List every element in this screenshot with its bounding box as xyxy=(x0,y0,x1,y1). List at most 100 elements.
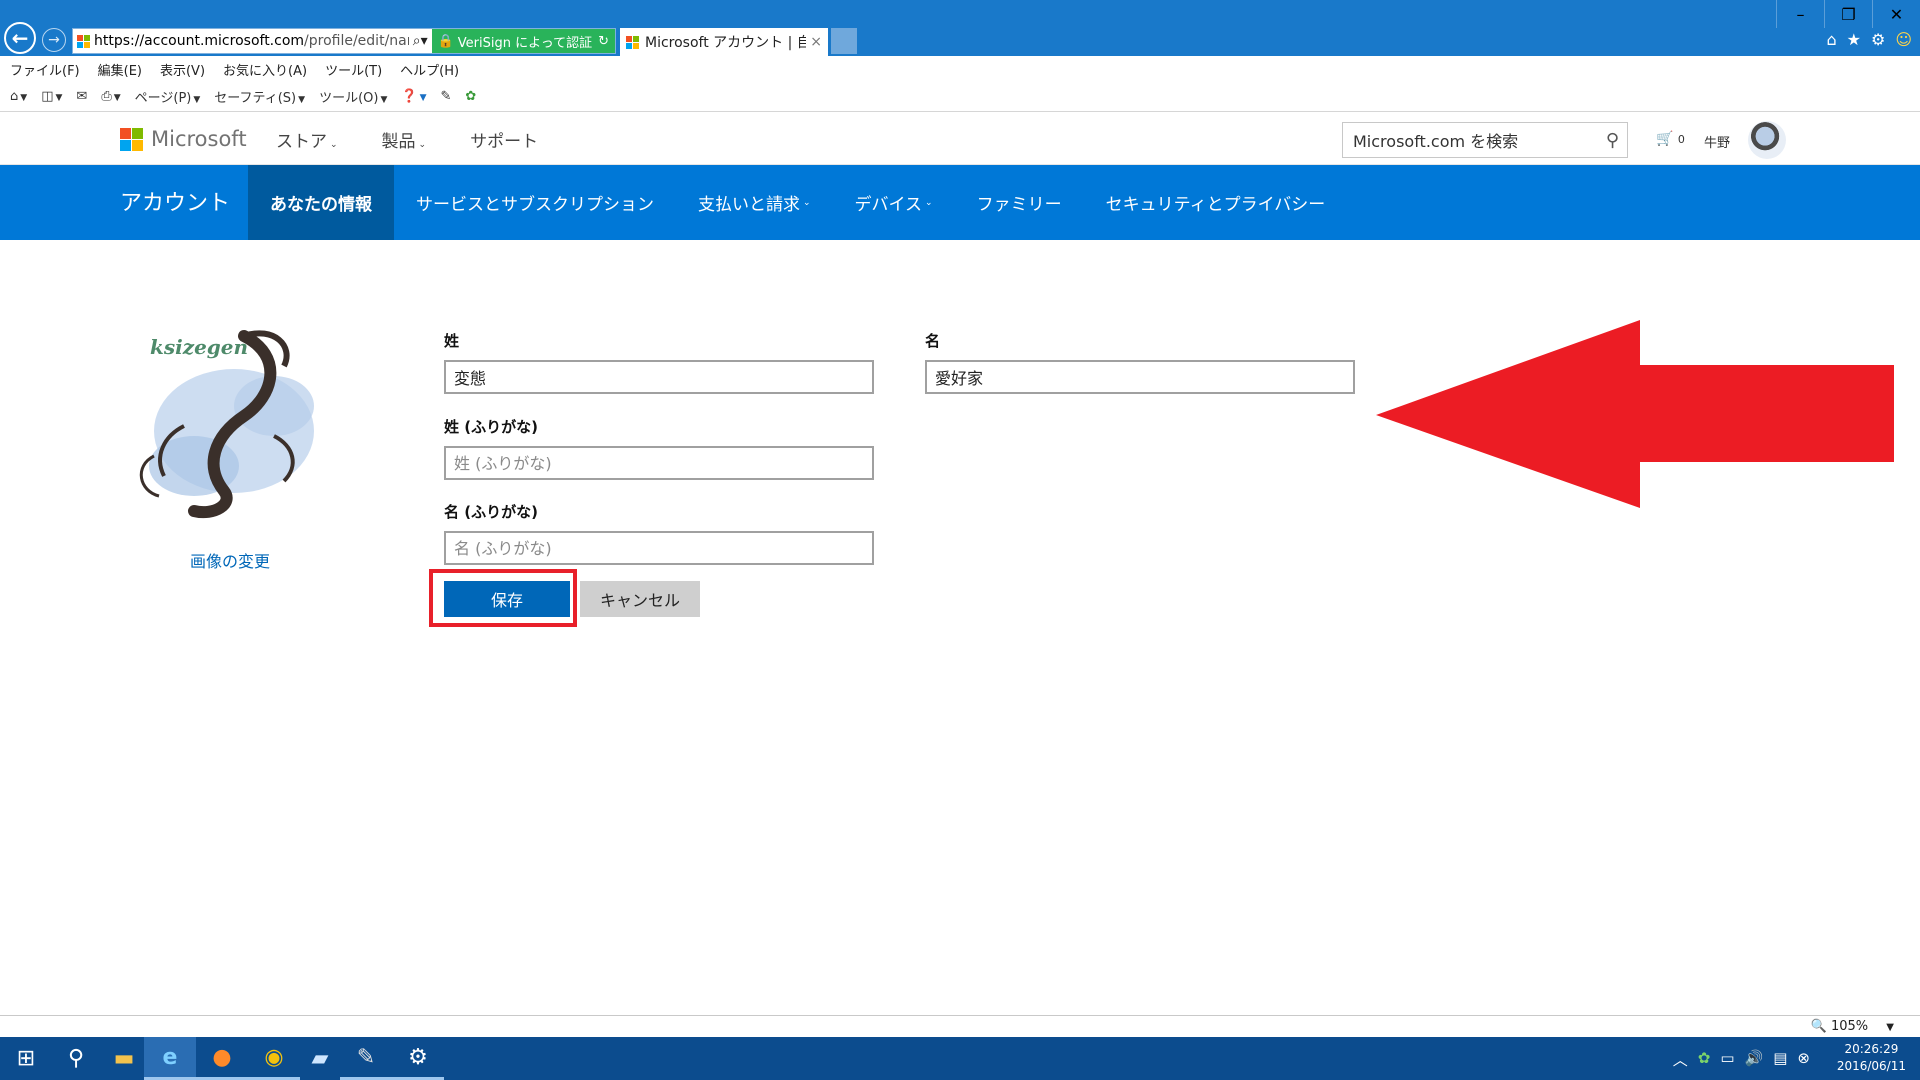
first-name-input[interactable] xyxy=(925,360,1355,394)
research-icon[interactable]: ✎ xyxy=(440,89,451,104)
page-menu[interactable]: ページ(P) ▼ xyxy=(135,87,201,106)
clock-date: 2016/06/11 xyxy=(1836,1059,1906,1073)
browser-command-bar: ⌂ ▼ ◫ ▼ ✉ ⎙ ▼ ページ(P) ▼ セーフティ(S) ▼ ツール(O) ▼ ❓ ▼ … xyxy=(0,82,1920,112)
chevron-up-icon[interactable]: ︿ xyxy=(1673,1049,1688,1070)
search-dropdown-icon[interactable]: ⌕▾ xyxy=(409,33,432,49)
smiley-icon[interactable]: ☺ xyxy=(1895,30,1912,49)
lock-icon: 🔒 xyxy=(437,33,454,49)
folder-icon: ▬ xyxy=(113,1046,135,1071)
account-title[interactable]: アカウント xyxy=(120,185,230,217)
extension-icon[interactable]: ✿ xyxy=(465,89,476,104)
avatar[interactable] xyxy=(1748,121,1786,159)
volume-icon[interactable]: 🔊 xyxy=(1745,1049,1764,1070)
taskbar-chrome[interactable]: ◉ xyxy=(248,1037,300,1080)
favorites-star-icon[interactable]: ★ xyxy=(1847,30,1861,49)
start-button[interactable]: ⊞ xyxy=(0,1037,52,1080)
tab-close-icon[interactable]: × xyxy=(810,34,822,50)
browser-menubar: ファイル(F) 編集(E) 表示(V) お気に入り(A) ツール(T) ヘルプ(… xyxy=(0,56,1920,82)
tab-devices[interactable]: デバイス ⌄ xyxy=(833,165,955,240)
browser-right-icons: ⌂ ★ ⚙ ☺ xyxy=(1826,30,1912,49)
site-favicon-icon xyxy=(626,35,639,49)
site-search-input[interactable]: Microsoft.com を検索 ⚲ xyxy=(1342,122,1628,158)
back-button[interactable]: ← xyxy=(4,22,36,54)
taskbar-clock[interactable]: 20:26:29 2016/06/11 xyxy=(1837,1041,1906,1075)
taskbar-settings[interactable]: ⚙ xyxy=(392,1037,444,1080)
last-name-kana-input[interactable] xyxy=(444,446,874,480)
profile-picture: ksizegen xyxy=(130,322,330,522)
taskbar-search[interactable]: ⚲ xyxy=(50,1037,102,1080)
browser-status-bar: 🔍 105% ▼ xyxy=(0,1015,1920,1037)
menu-file[interactable]: ファイル(F) xyxy=(10,60,80,79)
tab-services-subscriptions[interactable]: サービスとサブスクリプション xyxy=(394,165,676,240)
chevron-down-icon: ⌄ xyxy=(803,197,811,208)
notification-icon[interactable]: ▤ xyxy=(1773,1049,1787,1070)
account-tabs: あなたの情報 サービスとサブスクリプション 支払いと請求 ⌄ デバイス ⌄ ファミリ… xyxy=(248,165,1347,240)
certificate-badge[interactable]: 🔒 VeriSign によって認証 ↻ xyxy=(431,29,615,53)
forward-button[interactable]: → xyxy=(42,28,66,52)
nav-products[interactable]: 製品 ⌄ xyxy=(382,127,427,152)
taskbar-firefox[interactable]: ● xyxy=(196,1037,248,1080)
gear-icon: ⚙ xyxy=(408,1044,428,1070)
refresh-icon[interactable]: ↻ xyxy=(598,34,609,49)
last-name-label: 姓 xyxy=(444,332,460,350)
taskbar-file-explorer[interactable]: ▬ xyxy=(98,1037,150,1080)
user-name[interactable]: 牛野 xyxy=(1704,132,1730,151)
nav-support[interactable]: サポート xyxy=(470,127,538,152)
restore-icon[interactable]: ❐ xyxy=(1824,0,1872,28)
menu-favorites[interactable]: お気に入り(A) xyxy=(223,60,307,79)
print-icon[interactable]: ⎙ ▼ xyxy=(101,89,120,104)
network-icon[interactable]: ▭ xyxy=(1720,1049,1734,1070)
taskbar-internet-explorer[interactable]: e xyxy=(144,1037,196,1080)
app-icon: ▰ xyxy=(311,1046,329,1071)
help-icon[interactable]: ❓ ▼ xyxy=(401,89,426,104)
menu-edit[interactable]: 編集(E) xyxy=(98,60,142,79)
tab-security-privacy[interactable]: セキュリティとプライバシー xyxy=(1084,165,1348,240)
menu-tools[interactable]: ツール(T) xyxy=(325,60,382,79)
picture-watermark-text: ksizegen xyxy=(150,335,248,359)
chrome-icon: ◉ xyxy=(264,1044,284,1070)
tab-your-info[interactable]: あなたの情報 xyxy=(248,165,394,240)
tools-menu[interactable]: ツール(O) ▼ xyxy=(319,87,387,106)
chevron-down-icon: ⌄ xyxy=(925,197,933,208)
windows-taskbar: ⊞ ⚲ ▬ e ● ◉ ▰ ✎ ⚙ ︿ ✿ ▭ 🔊 ▤ ⊗ 20:26:29 2… xyxy=(0,1037,1920,1080)
tab-title: Microsoft アカウント | 自... xyxy=(645,35,807,51)
windows-logo-icon: ⊞ xyxy=(16,1046,36,1071)
cart-icon: 🛒 xyxy=(1656,131,1674,147)
rss-feed-icon[interactable]: ◫ ▼ xyxy=(41,89,62,104)
home-icon[interactable]: ⌂ xyxy=(1826,30,1836,49)
chevron-down-icon[interactable]: ▼ xyxy=(1886,1022,1894,1033)
cancel-button[interactable]: キャンセル xyxy=(580,581,700,617)
taskbar-paint[interactable]: ✎ xyxy=(340,1037,392,1080)
tab-family[interactable]: ファミリー xyxy=(955,165,1084,240)
zoom-control[interactable]: 🔍 105% ▼ xyxy=(1811,1019,1894,1034)
menu-view[interactable]: 表示(V) xyxy=(160,60,205,79)
close-window-icon[interactable]: ✕ xyxy=(1872,0,1920,28)
home-icon[interactable]: ⌂ ▼ xyxy=(10,89,27,104)
first-name-label: 名 xyxy=(925,332,941,350)
chevron-down-icon: ⌄ xyxy=(330,140,338,150)
system-tray: ︿ ✿ ▭ 🔊 ▤ ⊗ xyxy=(1673,1049,1810,1070)
cart-count: 0 xyxy=(1677,133,1685,146)
minimize-icon[interactable]: – xyxy=(1776,0,1824,28)
save-button[interactable]: 保存 xyxy=(444,581,570,617)
first-name-kana-label: 名 (ふりがな) xyxy=(444,503,538,521)
first-name-kana-input[interactable] xyxy=(444,531,874,565)
nav-store[interactable]: ストア ⌄ xyxy=(276,127,338,152)
tray-app-icon[interactable]: ✿ xyxy=(1698,1049,1711,1070)
safety-menu[interactable]: セーフティ(S) ▼ xyxy=(214,87,305,106)
tab-payment-billing[interactable]: 支払いと請求 ⌄ xyxy=(676,165,833,240)
last-name-input[interactable] xyxy=(444,360,874,394)
gear-icon[interactable]: ⚙ xyxy=(1871,30,1885,49)
blocked-icon[interactable]: ⊗ xyxy=(1797,1049,1810,1070)
cart-button[interactable]: 🛒 0 xyxy=(1656,131,1685,147)
browser-tab-active[interactable]: Microsoft アカウント | 自... × xyxy=(620,28,828,56)
microsoft-logo[interactable]: Microsoft xyxy=(120,127,247,151)
site-favicon-icon xyxy=(77,34,90,48)
menu-help[interactable]: ヘルプ(H) xyxy=(400,60,459,79)
mail-icon[interactable]: ✉ xyxy=(76,89,87,104)
search-icon[interactable]: ⚲ xyxy=(1606,130,1619,151)
new-tab-button[interactable] xyxy=(831,28,857,54)
change-picture-link[interactable]: 画像の変更 xyxy=(160,548,300,572)
taskbar-app[interactable]: ▰ xyxy=(294,1037,346,1080)
address-bar[interactable]: https://account.microsoft.com/profile/ed… xyxy=(72,28,616,54)
